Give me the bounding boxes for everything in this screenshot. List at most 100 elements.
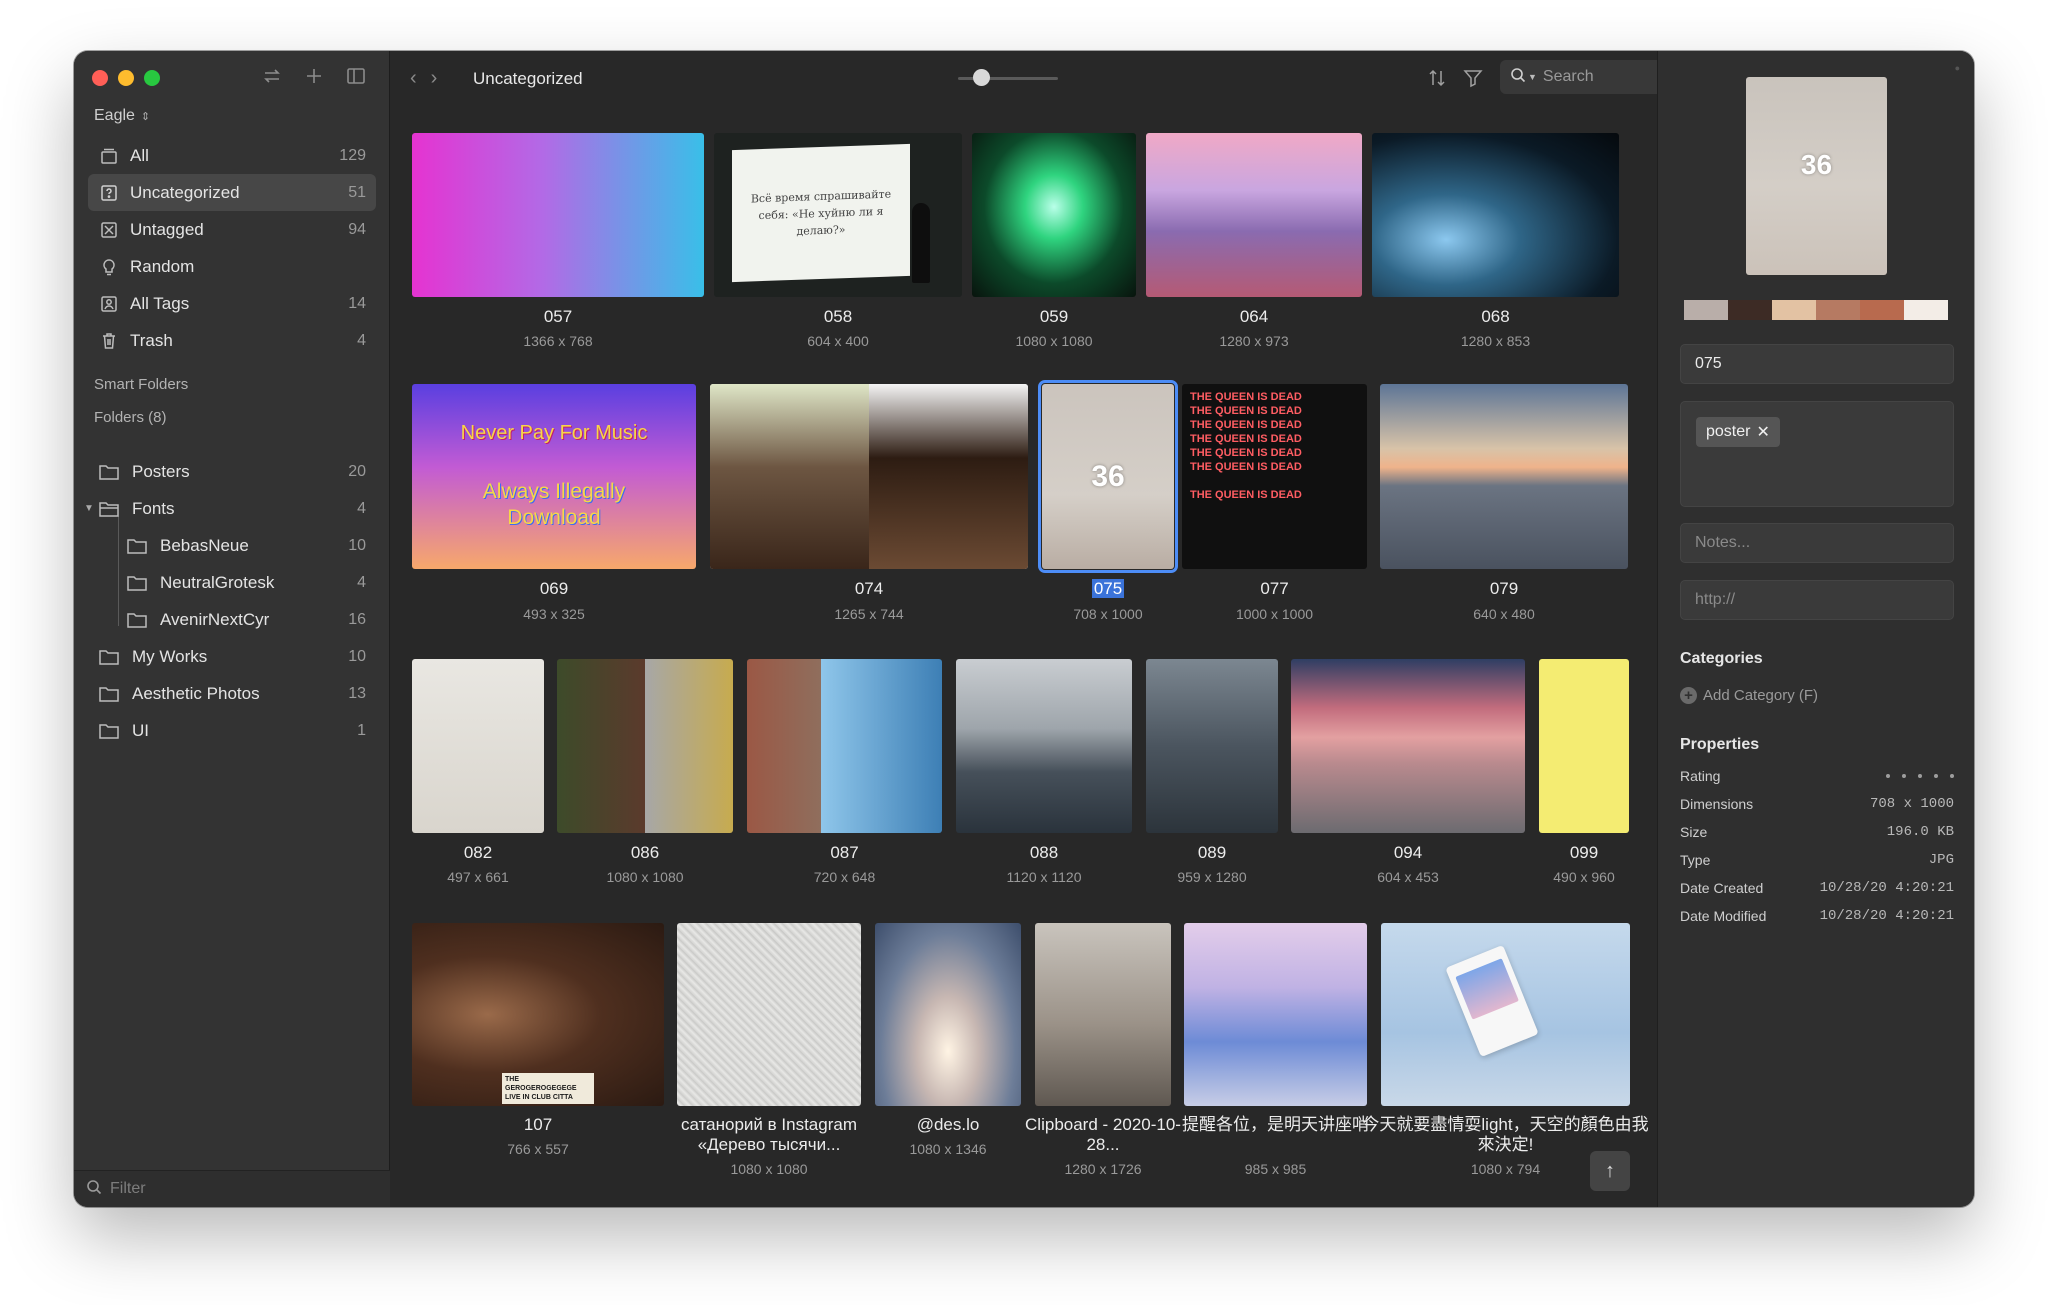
preview-image: 36 [1746,77,1887,275]
poster-text: THE QUEEN IS DEAD [1190,419,1302,431]
nav-item-all[interactable]: All 129 [88,137,376,174]
item-dimensions: 1000 x 1000 [1235,606,1314,622]
zoom-slider-handle[interactable] [973,69,990,86]
rating-dot[interactable] [1918,774,1922,778]
item-dimensions: 490 x 960 [1553,869,1615,885]
rating-stars[interactable] [1886,774,1954,778]
folder-label: My Works [132,646,208,666]
thumbnail-image [412,133,704,297]
url-field[interactable] [1680,580,1954,620]
back-icon[interactable]: ‹ [410,67,417,90]
poster-text: Always Illegally Download [482,480,626,529]
color-swatch[interactable] [1860,300,1904,320]
poster-number: 36 [1091,459,1125,493]
sort-icon[interactable] [1426,67,1448,94]
folder-label: AvenirNextCyr [160,609,270,629]
nav-item-all-tags[interactable]: All Tags 14 [88,285,376,322]
caret-down-icon[interactable]: ▼ [82,503,96,514]
tag-icon [98,293,120,315]
notes-input[interactable] [1695,534,1935,552]
poster-text: THE QUEEN IS DEAD [1190,461,1302,473]
chevron-down-icon[interactable]: ▼ [1528,72,1537,82]
item-dimensions: 493 x 325 [523,606,585,622]
folder-ui[interactable]: UI 1 [88,712,376,749]
folder-fonts[interactable]: ▼ Fonts 4 [84,490,376,527]
color-swatch[interactable] [1728,300,1772,320]
item-name: @des.lo [916,1115,980,1134]
slide-text: Всё время спрашивайте себя: «Не хуйню ли… [750,187,892,238]
item-name: 088 [1029,843,1059,862]
folder-my-works[interactable]: My Works 10 [88,638,376,675]
zoom-window-button[interactable] [144,70,160,86]
close-icon[interactable]: ✕ [1756,422,1769,442]
poster-text: THE QUEEN IS DEAD [1190,391,1302,403]
thumbnail-image: Never Pay For Music Always Illegally Dow… [412,384,696,569]
nav-item-uncategorized[interactable]: Uncategorized 51 [88,174,376,211]
folder-avenirnextcyr[interactable]: AvenirNextCyr 16 [88,601,376,638]
filter-icon[interactable] [1462,67,1484,94]
notes-field[interactable] [1680,523,1954,563]
library-name: Eagle [94,107,135,124]
property-row: Size 196.0 KB [1680,821,1954,843]
thumbnail-image [875,923,1021,1106]
item-name: 068 [1481,307,1510,326]
property-value: 196.0 KB [1886,824,1954,840]
thumbnail-image [972,133,1136,297]
item-dimensions: 1080 x 1346 [909,1141,987,1157]
folders-heading[interactable]: Folders (8) [94,409,167,426]
folder-bebasneue[interactable]: BebasNeue 10 [88,527,376,564]
item-dimensions: 1080 x 1080 [730,1161,808,1177]
color-swatch[interactable] [1772,300,1816,320]
nav-item-count: 129 [339,146,366,164]
sync-icon[interactable] [261,65,283,87]
minimize-window-button[interactable] [118,70,134,86]
color-swatch[interactable] [1904,300,1948,320]
filter-input[interactable] [110,1180,350,1198]
forward-icon[interactable]: › [431,67,438,90]
nav-item-untagged[interactable]: Untagged 94 [88,211,376,248]
sidebar: Eagle ⇕ All 129 Uncategorized 51 Untagge… [74,51,390,1207]
rating-dot[interactable] [1902,774,1906,778]
color-swatch[interactable] [1684,300,1728,320]
item-name: 074 [854,579,884,598]
thumbnail-image [677,923,861,1106]
close-window-button[interactable] [92,70,108,86]
nav-item-label: Random [130,256,195,276]
toolbar: ‹ › Uncategorized ▼ [390,51,1711,107]
search-icon [86,1179,102,1200]
item-name: 064 [1239,307,1269,326]
property-key: Rating [1680,768,1721,784]
folder-posters[interactable]: Posters 20 [88,453,376,490]
folder-aesthetic-photos[interactable]: Aesthetic Photos 13 [88,675,376,712]
property-value: 10/28/20 4:20:21 [1819,880,1954,896]
folder-label: UI [132,720,149,740]
color-swatch[interactable] [1816,300,1860,320]
folder-count: 1 [357,721,366,739]
rating-dot[interactable] [1886,774,1890,778]
item-dimensions: 766 x 557 [507,1141,569,1157]
folder-count: 10 [348,647,366,665]
add-category-button[interactable]: + Add Category (F) [1680,687,1818,704]
tag-chip[interactable]: poster ✕ [1696,417,1780,447]
untagged-icon [98,219,120,241]
rating-dot[interactable] [1950,774,1954,778]
sidebar-toggle-icon[interactable] [345,65,367,87]
item-dimensions: 604 x 400 [807,333,869,349]
scroll-to-top-button[interactable]: ↑ [1590,1151,1630,1191]
nav-item-random[interactable]: Random [88,248,376,285]
nav-item-trash[interactable]: Trash 4 [88,322,376,359]
folder-neutralgrotesk[interactable]: NeutralGrotesk 4 [88,564,376,601]
url-input[interactable] [1695,591,1935,609]
rating-dot[interactable] [1934,774,1938,778]
name-input[interactable] [1695,355,1935,373]
arrow-up-icon: ↑ [1605,1159,1615,1182]
chevron-updown-icon: ⇕ [140,110,151,123]
library-switcher[interactable]: Eagle ⇕ [94,107,150,125]
poster-text: Never Pay For Music [460,422,648,444]
add-icon[interactable] [303,65,325,87]
pin-icon[interactable]: ● [1955,63,1960,73]
name-field[interactable] [1680,344,1954,384]
nav-item-count: 94 [348,220,366,238]
nav-item-label: Trash [130,330,173,350]
smart-folders-heading[interactable]: Smart Folders [94,376,188,393]
